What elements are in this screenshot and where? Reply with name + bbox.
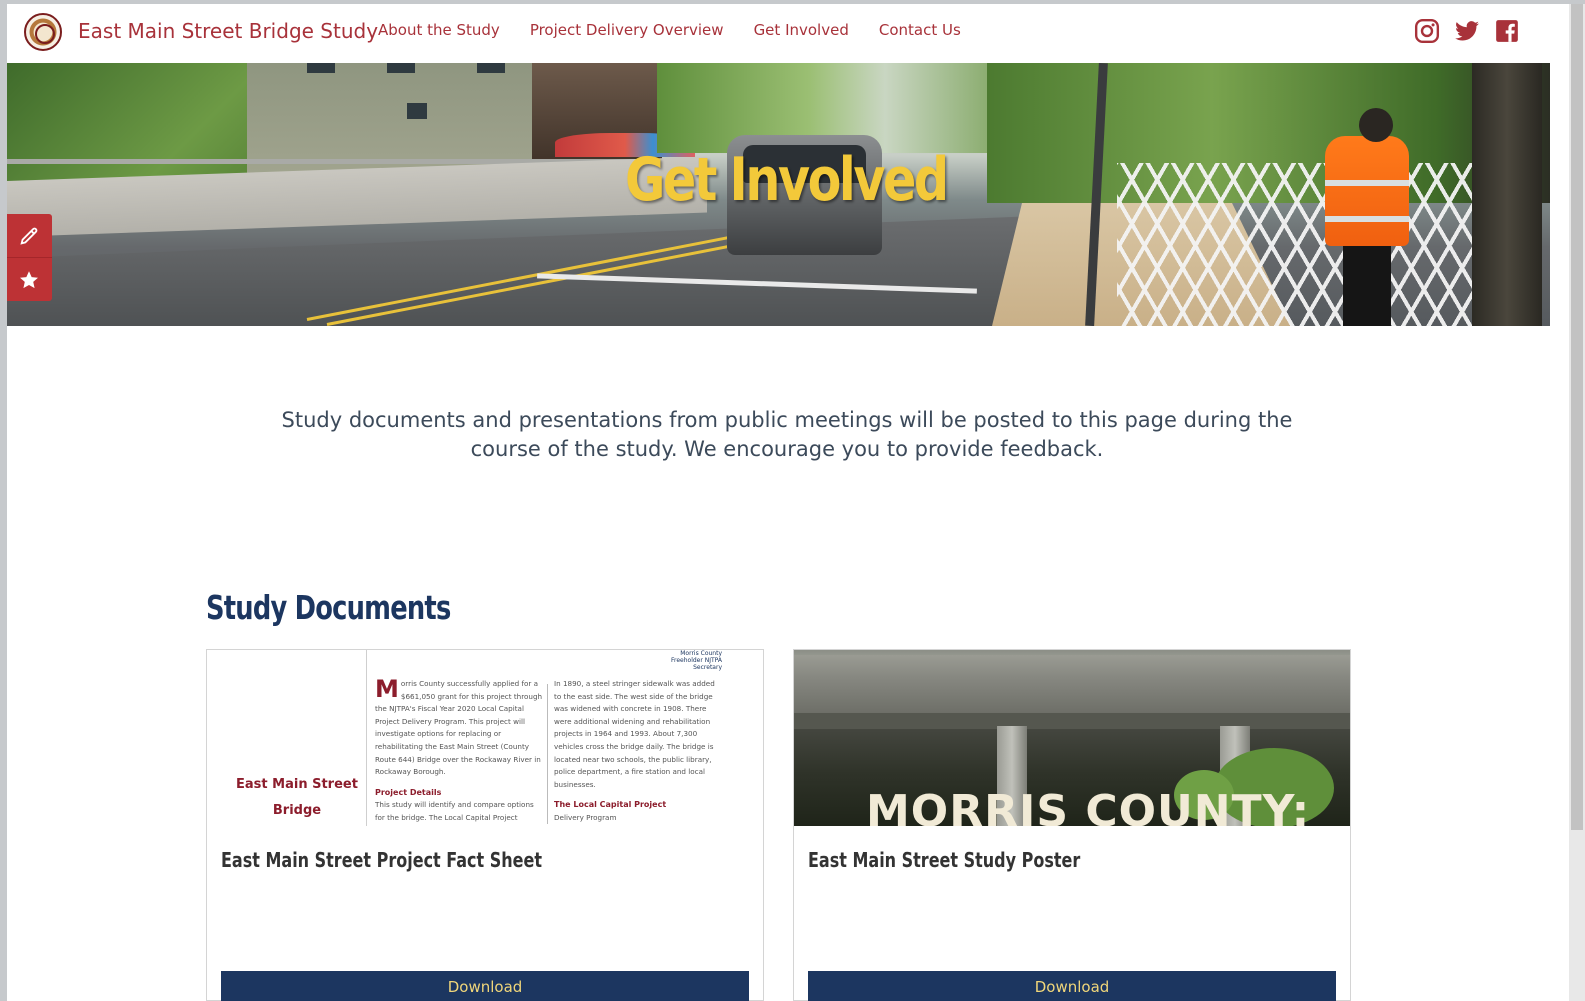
side-toolbar <box>7 214 52 301</box>
main-nav: About the Study Project Delivery Overvie… <box>378 21 991 39</box>
nav-contact-us[interactable]: Contact Us <box>879 21 961 39</box>
document-title[interactable]: East Main Street Study Poster <box>808 848 1080 872</box>
download-study-poster-button[interactable]: Download <box>808 971 1336 1001</box>
download-fact-sheet-button[interactable]: Download <box>221 971 749 1001</box>
bridge-fence <box>1117 163 1477 326</box>
nav-about-the-study[interactable]: About the Study <box>378 21 500 39</box>
pencil-icon[interactable] <box>18 225 40 247</box>
intro-text: Study documents and presentations from p… <box>281 408 1293 461</box>
page: East Main Street Bridge Study About the … <box>7 4 1569 1001</box>
section-title-study-documents: Study Documents <box>206 588 451 627</box>
facebook-icon[interactable] <box>1494 18 1520 44</box>
scrollbar-thumb[interactable] <box>1571 4 1583 830</box>
poster-overlay-text: MORRIS COUNTY: <box>866 786 1311 826</box>
site-title-link[interactable]: East Main Street Bridge Study <box>78 19 378 43</box>
nav-get-involved[interactable]: Get Involved <box>754 21 849 39</box>
navbar: East Main Street Bridge Study About the … <box>7 4 1569 63</box>
study-poster-thumbnail[interactable]: MORRIS COUNTY: <box>794 650 1350 826</box>
document-card-fact-sheet: East Main Street Bridge Morris County Fr… <box>206 649 764 1001</box>
document-card-study-poster: MORRIS COUNTY: East Main Street Study Po… <box>793 649 1351 1001</box>
social-links <box>1414 18 1520 44</box>
nav-project-delivery-overview[interactable]: Project Delivery Overview <box>530 21 724 39</box>
instagram-icon[interactable] <box>1414 18 1440 44</box>
document-title[interactable]: East Main Street Project Fact Sheet <box>221 848 542 872</box>
worker-in-safety-vest <box>1317 108 1417 326</box>
vertical-scrollbar[interactable] <box>1569 4 1585 1001</box>
bridge-deck <box>794 655 1350 713</box>
fact-sheet-title-line2: Bridge <box>272 803 322 818</box>
hero-banner: Get Involved <box>7 63 1550 326</box>
fact-sheet-title-line1: East Main Street <box>236 777 358 792</box>
fact-sheet-thumbnail[interactable]: East Main Street Bridge Morris County Fr… <box>207 650 763 826</box>
fact-sheet-header-text: Morris County Freeholder NJTPA Secretary <box>670 650 722 671</box>
county-seal-logo[interactable] <box>24 13 62 51</box>
fact-sheet-column-1: Morris County successfully applied for a… <box>375 678 543 826</box>
twitter-icon[interactable] <box>1454 18 1480 44</box>
fact-sheet-column-2: In 1890, a steel stringer sidewalk was a… <box>554 679 715 822</box>
hero-title: Get Involved <box>625 145 949 215</box>
star-icon[interactable] <box>18 269 40 291</box>
